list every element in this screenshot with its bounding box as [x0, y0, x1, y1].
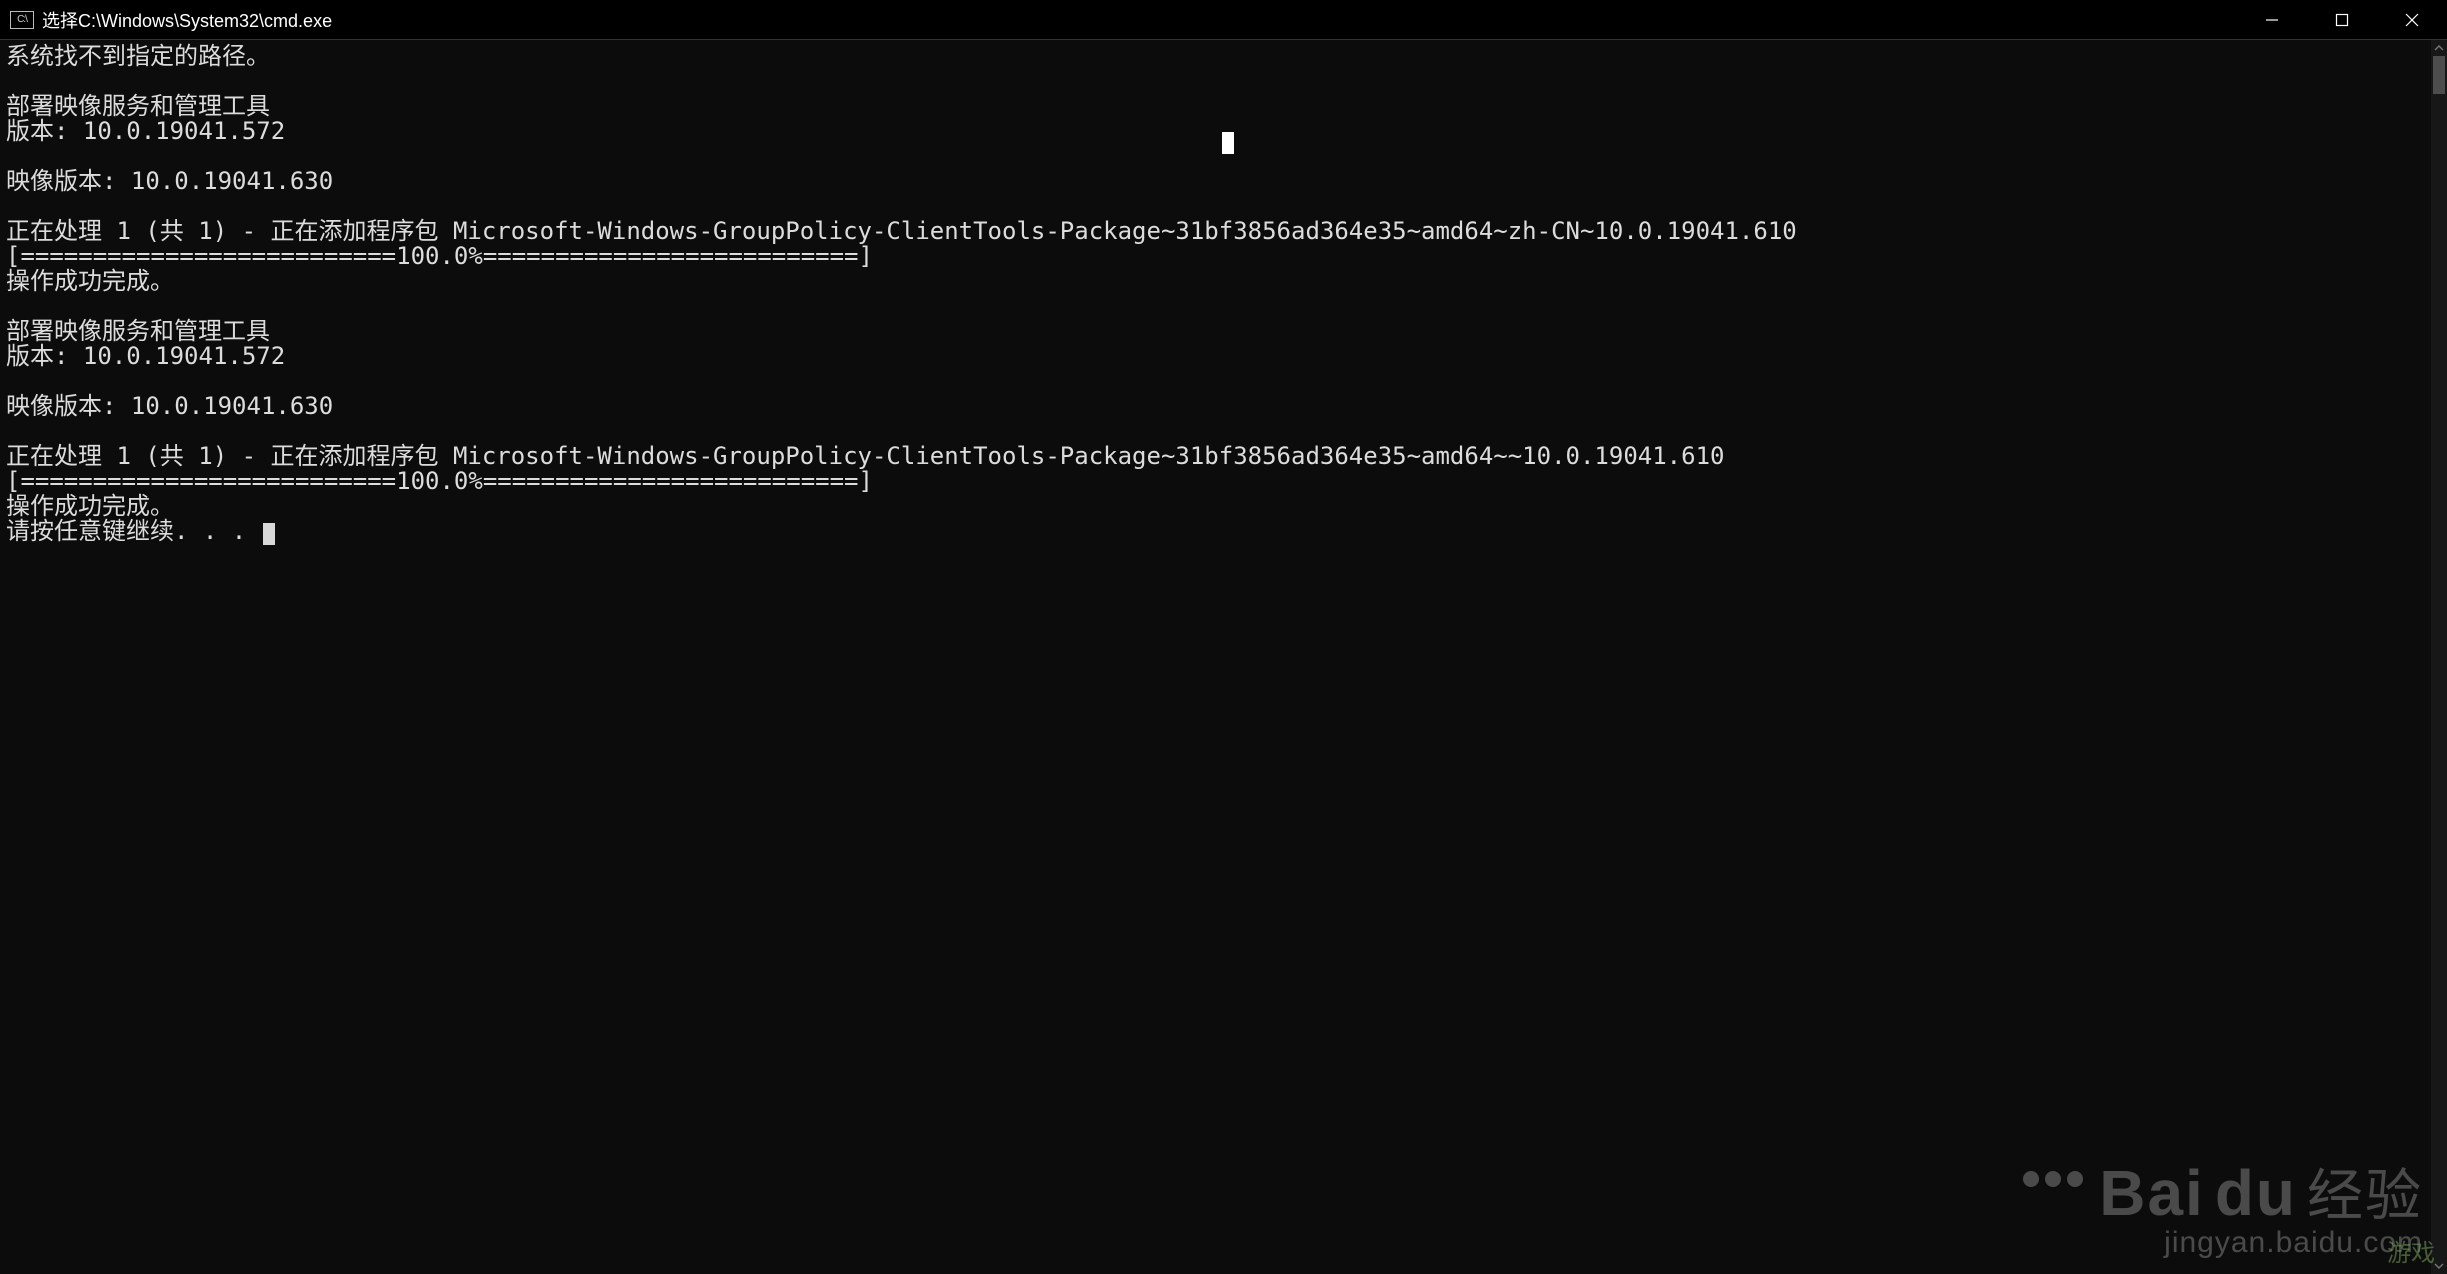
selection-cursor-block [1222, 132, 1234, 154]
console-line: 映像版本: 10.0.19041.630 [6, 394, 2431, 419]
scrollbar-track[interactable] [2431, 56, 2447, 1258]
console-line: 部署映像服务和管理工具 [6, 94, 2431, 119]
console-line [6, 369, 2431, 394]
scrollbar-thumb[interactable] [2433, 56, 2445, 94]
cmd-app-icon: C:\ [10, 11, 34, 29]
scroll-down-button[interactable] [2431, 1258, 2447, 1274]
cmd-window: C:\ 选择C:\Windows\System32\cmd.exe 系统找不到指… [0, 0, 2447, 1274]
close-button[interactable] [2377, 0, 2447, 39]
cursor-block [263, 523, 275, 545]
console-line [6, 194, 2431, 219]
console-line: 正在处理 1 (共 1) - 正在添加程序包 Microsoft-Windows… [6, 444, 2431, 469]
titlebar[interactable]: C:\ 选择C:\Windows\System32\cmd.exe [0, 0, 2447, 40]
console-output[interactable]: 系统找不到指定的路径。部署映像服务和管理工具版本: 10.0.19041.572… [0, 40, 2431, 1274]
minimize-icon [2265, 13, 2279, 27]
window-controls [2237, 0, 2447, 39]
console-line: 版本: 10.0.19041.572 [6, 119, 2431, 144]
vertical-scrollbar[interactable] [2431, 40, 2447, 1274]
close-icon [2405, 13, 2419, 27]
console-line: 版本: 10.0.19041.572 [6, 344, 2431, 369]
console-line: 操作成功完成。 [6, 269, 2431, 294]
console-prompt-line: 请按任意键继续. . . [6, 519, 2431, 545]
maximize-button[interactable] [2307, 0, 2377, 39]
console-line: [==========================100.0%=======… [6, 244, 2431, 269]
console-line: 正在处理 1 (共 1) - 正在添加程序包 Microsoft-Windows… [6, 219, 2431, 244]
console-line: 部署映像服务和管理工具 [6, 319, 2431, 344]
chevron-down-icon [2434, 1261, 2444, 1271]
minimize-button[interactable] [2237, 0, 2307, 39]
console-area[interactable]: 系统找不到指定的路径。部署映像服务和管理工具版本: 10.0.19041.572… [0, 40, 2447, 1274]
maximize-icon [2335, 13, 2349, 27]
console-line [6, 419, 2431, 444]
console-line: 系统找不到指定的路径。 [6, 44, 2431, 69]
console-line: 映像版本: 10.0.19041.630 [6, 169, 2431, 194]
scroll-up-button[interactable] [2431, 40, 2447, 56]
console-line: 操作成功完成。 [6, 494, 2431, 519]
chevron-up-icon [2434, 43, 2444, 53]
window-title: 选择C:\Windows\System32\cmd.exe [42, 7, 332, 33]
console-line [6, 294, 2431, 319]
console-line: [==========================100.0%=======… [6, 469, 2431, 494]
cmd-app-icon-label: C:\ [17, 14, 27, 25]
console-line [6, 144, 2431, 169]
console-line [6, 69, 2431, 94]
